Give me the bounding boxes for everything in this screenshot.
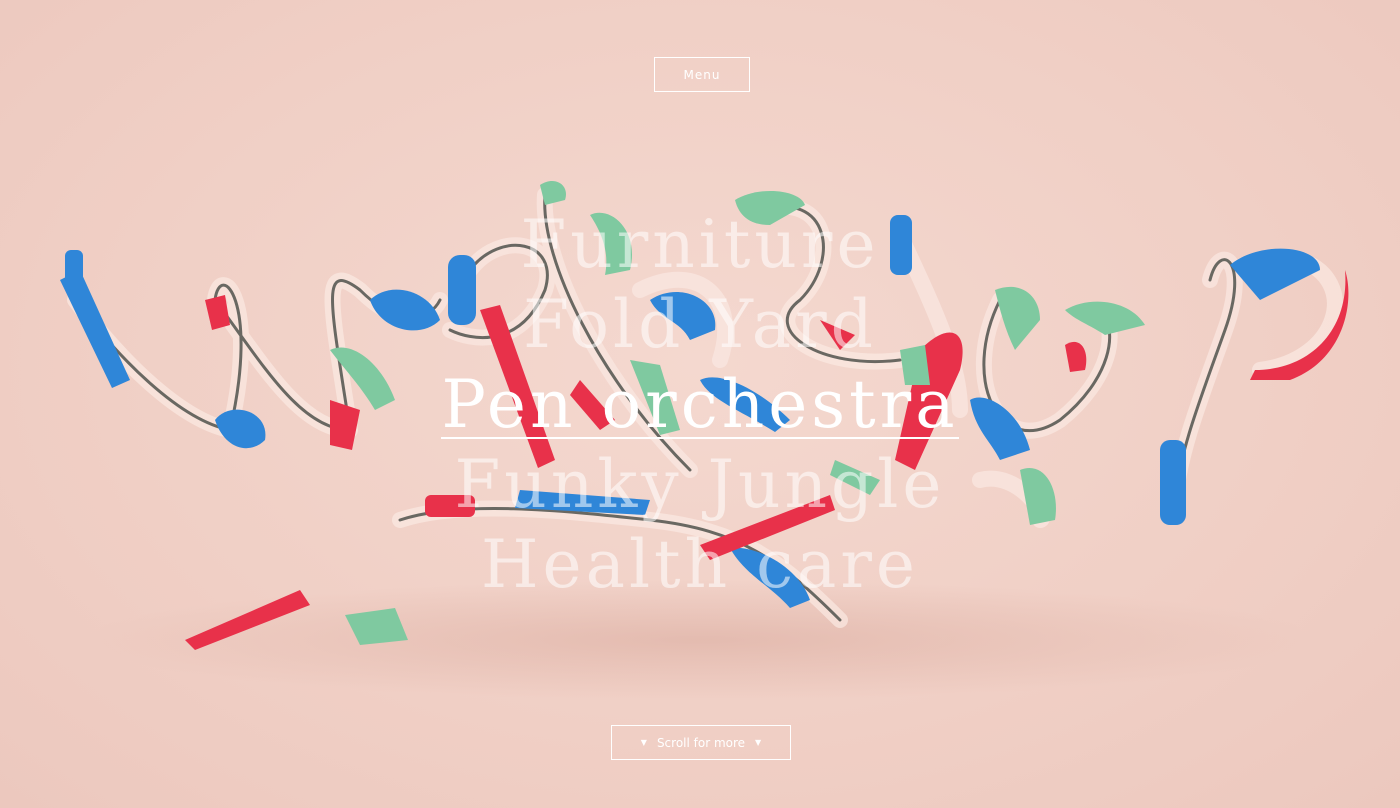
project-list: Furniture Fold Yard Pen orchestra Funky … xyxy=(0,205,1400,605)
scroll-for-more-button[interactable]: ▼ Scroll for more ▼ xyxy=(611,725,791,760)
chevron-down-icon: ▼ xyxy=(755,737,762,747)
project-link-furniture[interactable]: Furniture xyxy=(0,205,1400,285)
project-label: Furniture xyxy=(520,206,880,283)
project-link-funky-jungle[interactable]: Funky Jungle xyxy=(0,445,1400,525)
project-label: Health care xyxy=(480,526,919,603)
project-label: Pen orchestra xyxy=(441,366,959,443)
scroll-label: Scroll for more xyxy=(656,735,746,750)
menu-button[interactable]: Menu xyxy=(654,57,750,92)
project-link-fold-yard[interactable]: Fold Yard xyxy=(0,285,1400,365)
project-link-health-care[interactable]: Health care xyxy=(0,525,1400,605)
project-label: Funky Jungle xyxy=(454,446,946,523)
chevron-down-icon: ▼ xyxy=(640,737,647,747)
project-link-pen-orchestra[interactable]: Pen orchestra xyxy=(0,365,1400,445)
project-label: Fold Yard xyxy=(523,286,877,363)
